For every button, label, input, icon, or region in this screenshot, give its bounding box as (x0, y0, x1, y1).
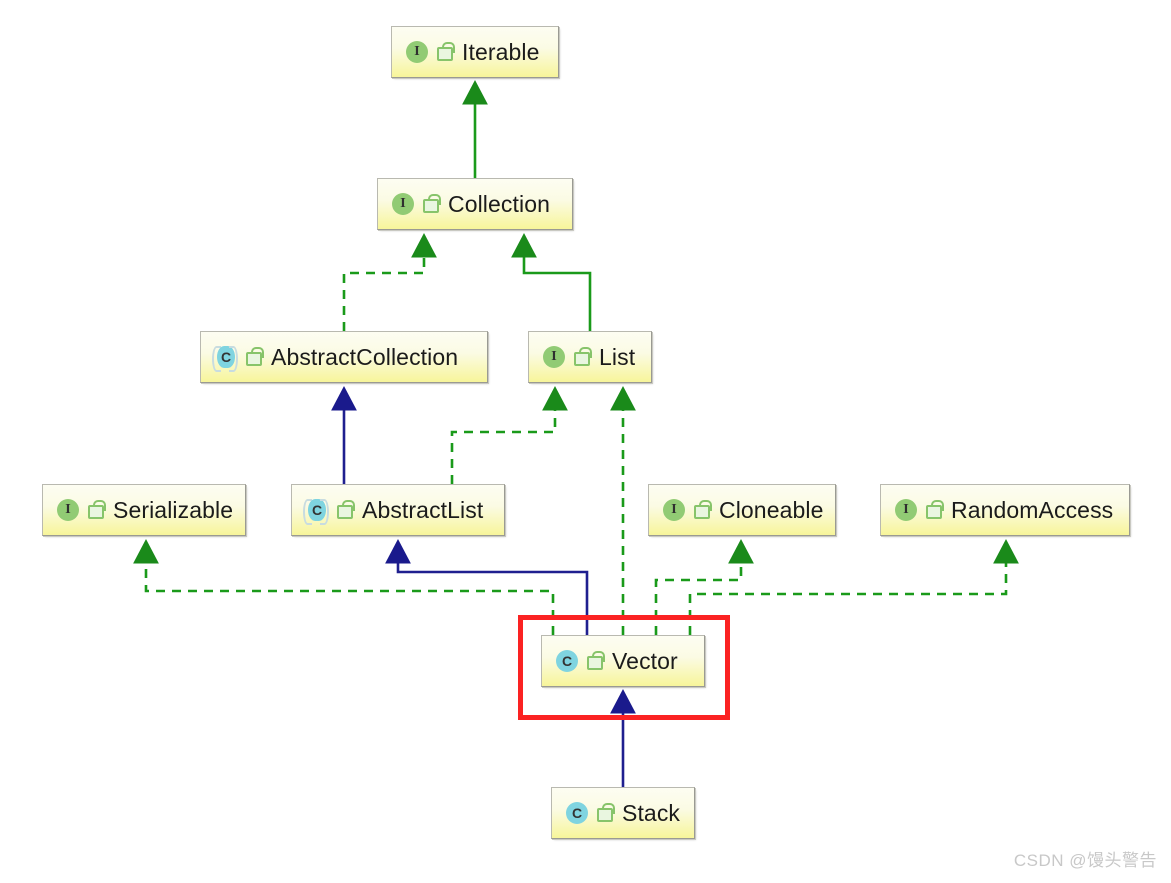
type-marker: I (406, 41, 428, 63)
class-node-randomaccess[interactable]: I RandomAccess (880, 484, 1130, 536)
class-node-list[interactable]: I List (528, 331, 652, 383)
abstract-class-icon: C (303, 497, 329, 525)
edge-vector-randomaccess (688, 539, 1019, 635)
class-node-label: AbstractCollection (271, 343, 459, 370)
open-padlock-icon (436, 42, 455, 62)
class-node-label: Iterable (462, 38, 540, 65)
type-marker: I (543, 346, 565, 368)
type-marker: C (566, 802, 588, 824)
class-node-collection[interactable]: I Collection (377, 178, 573, 230)
interface-icon: I (54, 497, 80, 523)
type-marker: I (663, 499, 685, 521)
open-padlock-icon (925, 500, 944, 520)
class-node-cloneable[interactable]: I Cloneable (648, 484, 836, 536)
class-node-label: Collection (448, 190, 550, 217)
class-node-iterable[interactable]: I Iterable (391, 26, 559, 78)
interface-icon: I (660, 497, 686, 523)
class-node-label: List (599, 343, 636, 370)
interface-icon: I (540, 344, 566, 370)
interface-icon: I (403, 39, 429, 65)
edge-vector-serializable (133, 539, 555, 635)
edge-abstractlist-list (450, 386, 568, 484)
class-node-label: Serializable (113, 496, 234, 523)
open-padlock-icon (87, 500, 106, 520)
type-marker: C (308, 499, 326, 521)
vector-highlight-box (518, 615, 730, 720)
edge-list-collection (511, 233, 592, 331)
class-icon: C (563, 800, 589, 826)
interface-icon: I (389, 191, 415, 217)
type-marker: I (895, 499, 917, 521)
class-node-abstractcollection[interactable]: C AbstractCollection (200, 331, 488, 383)
type-marker: I (57, 499, 79, 521)
abstract-class-icon: C (212, 344, 238, 372)
class-node-label: Cloneable (719, 496, 824, 523)
open-padlock-icon (596, 803, 615, 823)
open-padlock-icon (245, 347, 264, 367)
class-node-label: AbstractList (362, 496, 484, 523)
open-padlock-icon (336, 500, 355, 520)
class-node-stack[interactable]: C Stack (551, 787, 695, 839)
class-node-serializable[interactable]: I Serializable (42, 484, 246, 536)
type-marker: I (392, 193, 414, 215)
type-marker: C (217, 346, 235, 368)
open-padlock-icon (573, 347, 592, 367)
class-node-label: RandomAccess (951, 496, 1114, 523)
open-padlock-icon (693, 500, 712, 520)
edge-abstractcollection-collection (342, 233, 437, 331)
open-padlock-icon (422, 194, 441, 214)
edge-layer: Iterable (solid green) --> Collection (d… (133, 80, 1019, 787)
watermark: CSDN @馒头警告 (1013, 851, 1157, 870)
class-diagram-canvas: Iterable (solid green) --> Collection (d… (0, 0, 1171, 883)
interface-icon: I (892, 497, 918, 523)
class-node-label: Stack (622, 799, 681, 826)
class-node-abstractlist[interactable]: C AbstractList (291, 484, 505, 536)
